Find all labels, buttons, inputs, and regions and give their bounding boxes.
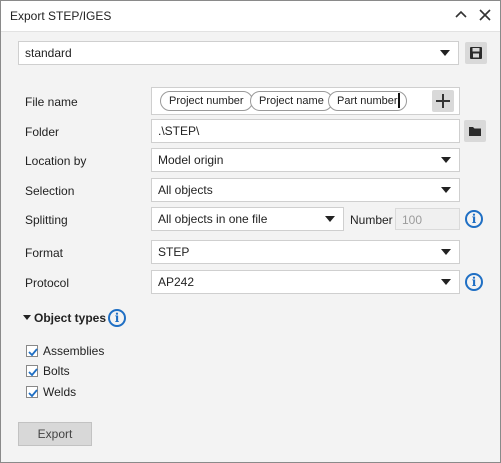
add-token-button[interactable] [432,90,454,112]
chevron-down-icon [441,187,451,193]
splitting-label: Splitting [25,213,68,227]
format-dropdown[interactable]: STEP [151,240,460,264]
preset-value: standard [25,46,72,60]
check-icon [28,389,38,398]
welds-label: Welds [43,385,77,399]
folder-icon [464,127,486,145]
format-label: Format [25,246,64,260]
text-cursor [398,93,400,108]
welds-checkbox[interactable] [26,386,38,398]
save-icon [465,47,487,67]
info-icon[interactable]: i [465,273,483,291]
bolts-label: Bolts [43,364,70,378]
folder-value: .\STEP\ [158,124,200,138]
number-label: Number [350,213,393,227]
window-title: Export STEP/IGES [10,9,112,23]
protocol-label: Protocol [25,276,70,290]
chevron-down-icon [325,216,335,222]
assemblies-checkbox[interactable] [26,345,38,357]
check-icon [28,368,38,377]
chevron-down-icon [440,50,450,56]
format-value: STEP [158,245,190,259]
minimize-icon[interactable] [453,7,469,23]
chevron-down-icon [441,157,451,163]
number-input[interactable]: 100 [395,208,460,230]
selection-label: Selection [25,184,75,198]
selection-dropdown[interactable]: All objects [151,178,460,202]
folder-label: Folder [25,125,60,139]
info-icon[interactable]: i [465,210,483,228]
folder-input[interactable]: .\STEP\ [151,119,460,143]
close-icon[interactable] [477,7,493,23]
file-name-label: File name [25,95,78,109]
assemblies-label: Assemblies [43,344,105,358]
browse-folder-button[interactable] [464,120,486,142]
location-by-label: Location by [25,154,87,168]
title-bar: Export STEP/IGES [1,1,500,32]
save-preset-button[interactable] [465,42,487,64]
chevron-down-icon [441,249,451,255]
splitting-value: All objects in one file [158,212,268,226]
location-by-dropdown[interactable]: Model origin [151,148,460,172]
export-dialog: Export STEP/IGES standard File name Proj… [0,0,501,463]
plus-icon [432,94,454,115]
location-by-value: Model origin [158,153,224,167]
chip-part-number[interactable]: Part number [328,91,407,111]
chip-project-number[interactable]: Project number [160,91,253,111]
bolts-checkbox[interactable] [26,365,38,377]
number-placeholder: 100 [402,213,423,227]
splitting-dropdown[interactable]: All objects in one file [151,207,344,231]
export-button[interactable]: Export [18,422,92,446]
collapse-caret-icon[interactable] [23,315,31,320]
selection-value: All objects [158,183,213,197]
chip-project-name[interactable]: Project name [250,91,333,111]
protocol-dropdown[interactable]: AP242 [151,270,460,294]
chevron-down-icon [441,279,451,285]
check-icon [28,348,38,357]
info-icon[interactable]: i [108,309,126,327]
protocol-value: AP242 [158,275,195,289]
preset-dropdown[interactable]: standard [18,41,459,65]
object-types-heading[interactable]: Object types [34,311,106,325]
